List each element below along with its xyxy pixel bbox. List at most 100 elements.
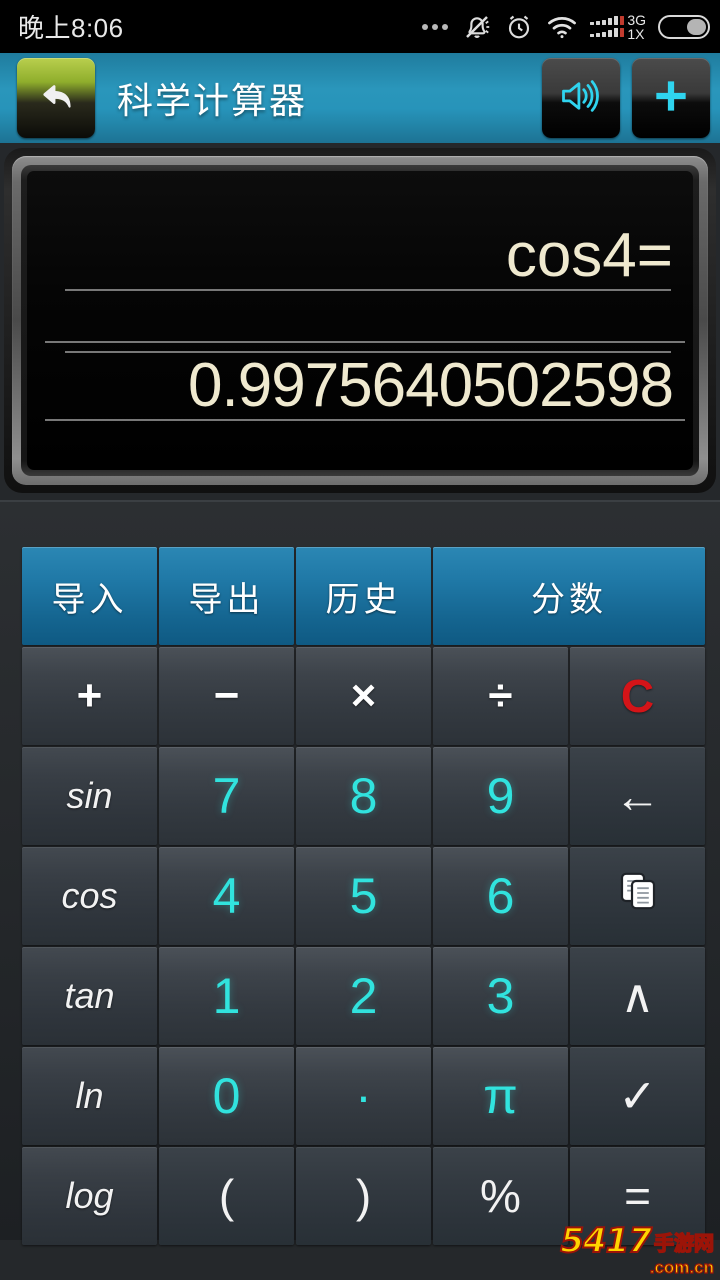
clear-button[interactable]: C — [570, 647, 705, 745]
open-paren-button[interactable]: ( — [159, 1147, 294, 1245]
keypad: 导入 导出 历史 分数 + − × ÷ Csin 7 8 9 ← cos 4 5 6 tan 1 2 3 ∧ ln 0 · π ✓ l… — [0, 500, 720, 1245]
tan-button[interactable]: tan — [22, 947, 157, 1045]
watermark-domain: .com.cn — [649, 1258, 714, 1277]
digit-0-button[interactable]: 0 — [159, 1047, 294, 1145]
cos-button-label: cos — [61, 875, 118, 916]
pi-button-label: π — [483, 1068, 518, 1124]
minus-button[interactable]: − — [159, 647, 294, 745]
digit-1-button-label: 1 — [212, 968, 241, 1024]
close-paren-button-label: ) — [355, 1170, 372, 1222]
calculator-display[interactable]: cos4= 0.9975640502598 — [27, 171, 693, 470]
digit-1-button[interactable]: 1 — [159, 947, 294, 1045]
copy-icon — [614, 867, 662, 926]
export-button-label: 导出 — [188, 580, 265, 619]
backspace-button-label: ← — [614, 770, 661, 822]
row-123: tan 1 2 3 ∧ — [22, 947, 705, 1047]
copy-button[interactable] — [570, 847, 705, 945]
plus-button-label: + — [76, 671, 103, 720]
speaker-icon — [558, 75, 604, 122]
toolbar-row: 导入 导出 历史 分数 — [22, 547, 705, 647]
history-button[interactable]: 历史 — [296, 547, 431, 645]
digit-8-button[interactable]: 8 — [296, 747, 431, 845]
multiply-button[interactable]: × — [296, 647, 431, 745]
row-0: ln 0 · π ✓ — [22, 1047, 705, 1147]
cos-button[interactable]: cos — [22, 847, 157, 945]
ln-button[interactable]: ln — [22, 1047, 157, 1145]
log-button[interactable]: log — [22, 1147, 157, 1245]
multiply-button-label: × — [350, 671, 377, 720]
plus-icon — [649, 74, 693, 123]
percent-button-label: % — [480, 1170, 521, 1222]
ln-button-label: ln — [75, 1075, 104, 1116]
digit-5-button-label: 5 — [349, 868, 378, 924]
clear-button-label: C — [620, 670, 655, 722]
decimal-point-button-label: · — [355, 1068, 372, 1124]
divide-button-label: ÷ — [488, 671, 513, 720]
back-button[interactable] — [17, 58, 95, 138]
display-bezel: cos4= 0.9975640502598 — [4, 148, 716, 493]
digit-4-button-label: 4 — [212, 868, 241, 924]
display-frame: cos4= 0.9975640502598 — [21, 165, 699, 476]
display-result: 0.9975640502598 — [188, 351, 674, 420]
back-arrow-icon — [34, 74, 78, 123]
tan-button-label: tan — [64, 975, 115, 1016]
add-button[interactable] — [632, 58, 710, 138]
power-button-label: ∧ — [620, 970, 655, 1022]
export-button[interactable]: 导出 — [159, 547, 294, 645]
plus-button[interactable]: + — [22, 647, 157, 745]
signal-bars-icon: 3G 1X — [590, 13, 646, 41]
status-icons: 3G 1X — [422, 0, 710, 53]
display-expression: cos4= — [505, 221, 673, 290]
sin-button[interactable]: sin — [22, 747, 157, 845]
row-789: sin 7 8 9 ← — [22, 747, 705, 847]
decimal-point-button[interactable]: · — [296, 1047, 431, 1145]
digit-8-button-label: 8 — [349, 768, 378, 824]
divide-button[interactable]: ÷ — [433, 647, 568, 745]
digit-9-button[interactable]: 9 — [433, 747, 568, 845]
digit-9-button-label: 9 — [486, 768, 515, 824]
app-root: 晚上8:06 3G 1X 科学计算器 cos4= 0.9975640502598… — [0, 0, 720, 1280]
network-type-secondary: 1X — [627, 25, 645, 42]
close-paren-button[interactable]: ) — [296, 1147, 431, 1245]
open-paren-button-label: ( — [218, 1170, 235, 1222]
digit-3-button[interactable]: 3 — [433, 947, 568, 1045]
digit-2-button[interactable]: 2 — [296, 947, 431, 1045]
digit-0-button-label: 0 — [212, 1068, 241, 1124]
digit-3-button-label: 3 — [486, 968, 515, 1024]
silent-bell-icon — [462, 12, 492, 42]
digit-6-button[interactable]: 6 — [433, 847, 568, 945]
fraction-button-label: 分数 — [531, 580, 607, 619]
battery-icon — [658, 14, 710, 39]
power-button[interactable]: ∧ — [570, 947, 705, 1045]
sqrt-button-label: ✓ — [618, 1070, 657, 1122]
watermark-suffix: 手游网 — [653, 1233, 715, 1255]
display-bezel-inner: cos4= 0.9975640502598 — [12, 156, 708, 485]
import-button-label: 导入 — [51, 580, 128, 619]
wifi-icon — [546, 13, 578, 41]
sound-button[interactable] — [542, 58, 620, 138]
sin-button-label: sin — [66, 775, 113, 816]
import-button[interactable]: 导入 — [22, 547, 157, 645]
row-456: cos 4 5 6 — [22, 847, 705, 947]
digit-7-button-label: 7 — [212, 768, 241, 824]
pi-button[interactable]: π — [433, 1047, 568, 1145]
page-title: 科学计算器 — [117, 80, 308, 121]
digit-7-button[interactable]: 7 — [159, 747, 294, 845]
equals-button-label: = — [624, 1170, 651, 1222]
title-actions — [542, 58, 710, 138]
backspace-button[interactable]: ← — [570, 747, 705, 845]
title-bar: 科学计算器 — [0, 53, 720, 143]
digit-5-button[interactable]: 5 — [296, 847, 431, 945]
sqrt-button[interactable]: ✓ — [570, 1047, 705, 1145]
more-dots-icon — [422, 23, 449, 30]
minus-button-label: − — [213, 671, 240, 720]
alarm-clock-icon — [504, 12, 534, 42]
percent-button[interactable]: % — [433, 1147, 568, 1245]
log-button-label: log — [65, 1175, 114, 1216]
digit-4-button[interactable]: 4 — [159, 847, 294, 945]
fraction-button[interactable]: 分数 — [433, 547, 705, 645]
history-button-label: 历史 — [325, 580, 402, 619]
digit-6-button-label: 6 — [486, 868, 515, 924]
watermark-top: 5417 手游网 — [559, 1223, 715, 1259]
status-bar: 晚上8:06 3G 1X — [0, 0, 720, 53]
